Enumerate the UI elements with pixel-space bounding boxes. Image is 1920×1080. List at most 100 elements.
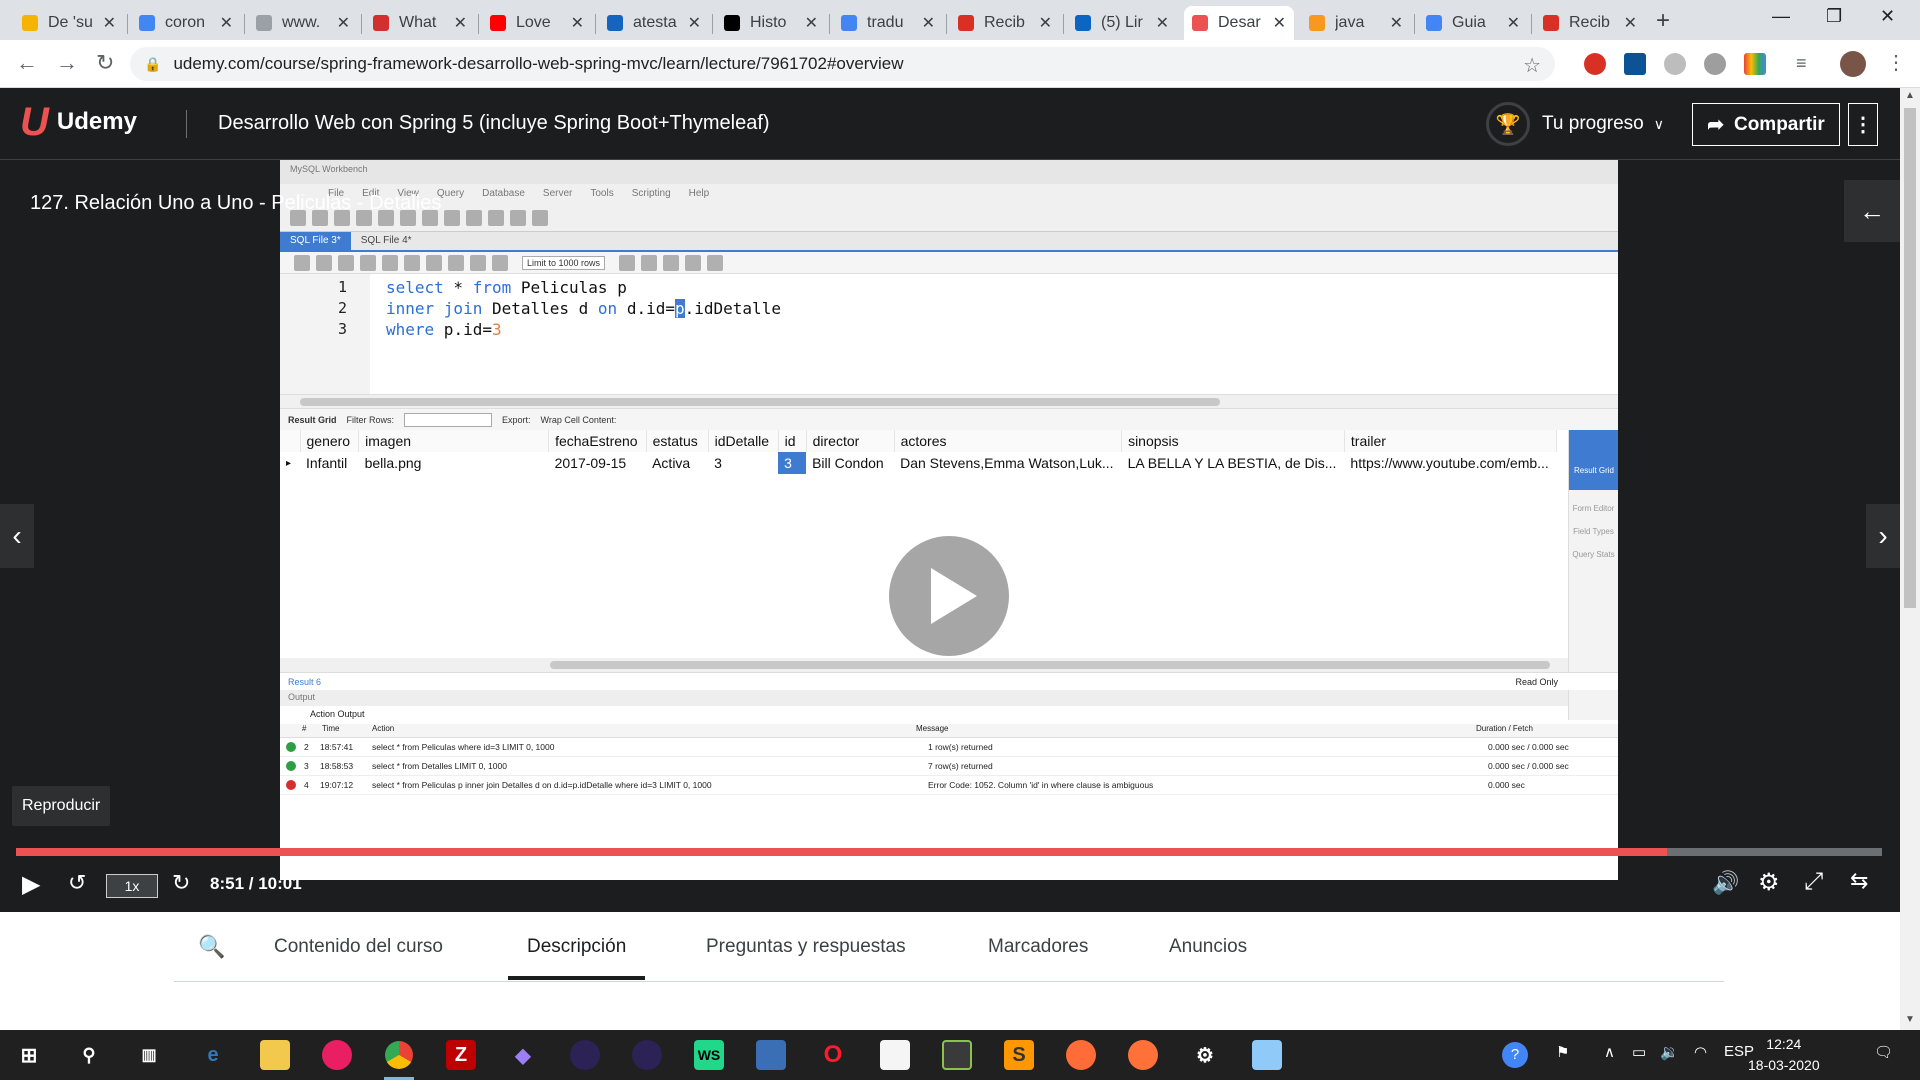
minimize-button[interactable]: — [1772,6,1790,27]
app-icon[interactable] [322,1040,352,1070]
bookmark-star-icon[interactable]: ☆ [1523,53,1541,78]
document-icon[interactable] [880,1040,910,1070]
browser-tab[interactable]: tradu ✕ [833,6,943,40]
scrollbar-thumb[interactable] [1904,108,1916,608]
app-icon[interactable] [1252,1040,1282,1070]
url-bar[interactable]: 🔒 udemy.com/course/spring-framework-desa… [130,47,1555,81]
close-tab-icon[interactable]: ✕ [454,13,467,33]
close-tab-icon[interactable]: ✕ [805,13,818,33]
browser-tab[interactable]: coron ✕ [131,6,241,40]
next-lecture-button[interactable]: › [1866,504,1900,568]
back-icon[interactable]: ← [16,50,38,76]
opera-icon[interactable]: O [818,1040,848,1070]
extension-icon[interactable] [1624,53,1646,75]
browser-tab[interactable]: java ✕ [1301,6,1411,40]
play-overlay-button[interactable] [889,536,1009,656]
file-explorer-icon[interactable] [260,1040,290,1070]
app-icon[interactable]: ◆ [508,1040,538,1070]
notifications-icon[interactable]: 🗨 [1874,1043,1893,1061]
wifi-icon[interactable]: ◠ [1694,1043,1707,1061]
browser-tab[interactable]: Love ✕ [482,6,592,40]
forward-icon[interactable]: → [56,50,78,76]
close-tab-icon[interactable]: ✕ [1624,13,1637,33]
forward-icon[interactable]: ↻ [172,870,190,896]
filezilla-icon[interactable]: Z [446,1040,476,1070]
seek-bar[interactable] [16,848,1882,856]
tray-chevron-icon[interactable]: ∧ [1604,1043,1615,1061]
expand-icon[interactable]: ⇆ [1850,868,1868,894]
close-tab-icon[interactable]: ✕ [571,13,584,33]
scroll-up-icon[interactable]: ▲ [1905,90,1915,101]
udemy-logo[interactable]: U Udemy [20,102,137,142]
task-view-icon[interactable]: ▥ [134,1040,164,1070]
browser-tab[interactable]: Desar ✕ [1184,6,1294,40]
windows-start-icon[interactable]: ⊞ [14,1040,44,1070]
eclipse-icon[interactable] [570,1040,600,1070]
settings-gear-icon[interactable]: ⚙ [1190,1040,1220,1070]
volume-icon[interactable]: 🔊 [1712,870,1739,896]
edge-icon[interactable]: e [198,1040,228,1070]
course-title[interactable]: Desarrollo Web con Spring 5 (incluye Spr… [218,112,770,135]
close-tab-icon[interactable]: ✕ [220,13,233,33]
close-tab-icon[interactable]: ✕ [103,13,116,33]
eclipse-icon[interactable] [632,1040,662,1070]
browser-tab[interactable]: Guia ✕ [1418,6,1528,40]
extension-icon[interactable] [1744,53,1766,75]
tab-anuncios[interactable]: Anuncios [1169,936,1247,976]
profile-avatar[interactable] [1840,51,1866,77]
extension-icon[interactable] [1704,53,1726,75]
media-control-icon[interactable]: ≡ [1796,53,1807,74]
browser-tab[interactable]: atesta ✕ [599,6,709,40]
close-tab-icon[interactable]: ✕ [1390,13,1403,33]
video-player[interactable]: 127. Relación Uno a Uno - Peliculas - De… [0,160,1900,912]
postman-icon[interactable] [1066,1040,1096,1070]
close-tab-icon[interactable]: ✕ [1507,13,1520,33]
collapse-sidebar-button[interactable]: ← [1844,180,1900,242]
close-tab-icon[interactable]: ✕ [922,13,935,33]
progress-dropdown[interactable]: 🏆 Tu progreso ∨ [1486,102,1664,146]
previous-lecture-button[interactable]: ‹ [0,504,34,568]
system-clock[interactable]: 12:24 18-03-2020 [1748,1034,1820,1076]
new-tab-button[interactable]: + [1656,7,1670,35]
webstorm-icon[interactable]: WS [694,1040,724,1070]
help-icon[interactable]: ? [1502,1042,1528,1068]
tab-preguntas[interactable]: Preguntas y respuestas [706,936,906,976]
browser-tab[interactable]: What ✕ [365,6,475,40]
tab-descripcion[interactable]: Descripción [508,936,646,980]
volume-icon[interactable]: 🔉 [1660,1043,1679,1061]
reload-icon[interactable]: ↻ [96,50,114,76]
fullscreen-icon[interactable]: ⤢ [1804,868,1823,896]
terminal-icon[interactable] [942,1040,972,1070]
search-icon[interactable]: ⚲ [74,1040,104,1070]
page-scrollbar[interactable]: ▲ ▼ [1900,88,1920,1030]
extension-icon[interactable] [1584,53,1606,75]
search-icon[interactable]: 🔍 [198,934,225,960]
close-window-button[interactable]: ✕ [1880,6,1895,27]
browser-tab[interactable]: Histo ✕ [716,6,826,40]
close-tab-icon[interactable]: ✕ [1156,13,1169,33]
close-tab-icon[interactable]: ✕ [337,13,350,33]
rewind-icon[interactable]: ↺ [68,870,86,896]
share-button[interactable]: ➦ Compartir [1692,103,1840,146]
play-button[interactable]: ▶ [22,870,40,899]
more-options-button[interactable]: ⋮ [1848,103,1878,146]
browser-tab[interactable]: (5) Lir ✕ [1067,6,1177,40]
network-app-icon[interactable] [756,1040,786,1070]
firefox-icon[interactable] [1128,1040,1158,1070]
close-tab-icon[interactable]: ✕ [1273,13,1286,33]
tab-contenido[interactable]: Contenido del curso [274,936,443,976]
people-icon[interactable]: ⚑ [1556,1043,1569,1061]
close-tab-icon[interactable]: ✕ [1039,13,1052,33]
maximize-button[interactable]: ❐ [1826,6,1842,27]
browser-tab[interactable]: Recib ✕ [1535,6,1645,40]
close-tab-icon[interactable]: ✕ [688,13,701,33]
tab-marcadores[interactable]: Marcadores [988,936,1088,976]
chrome-icon[interactable] [384,1032,414,1080]
browser-menu-icon[interactable]: ⋮ [1886,50,1906,75]
sublime-icon[interactable]: S [1004,1040,1034,1070]
playback-rate-button[interactable]: 1x [106,874,158,898]
browser-tab[interactable]: De 'su ✕ [14,6,124,40]
browser-tab[interactable]: www. ✕ [248,6,358,40]
battery-icon[interactable]: ▭ [1632,1043,1646,1061]
extension-icon[interactable] [1664,53,1686,75]
